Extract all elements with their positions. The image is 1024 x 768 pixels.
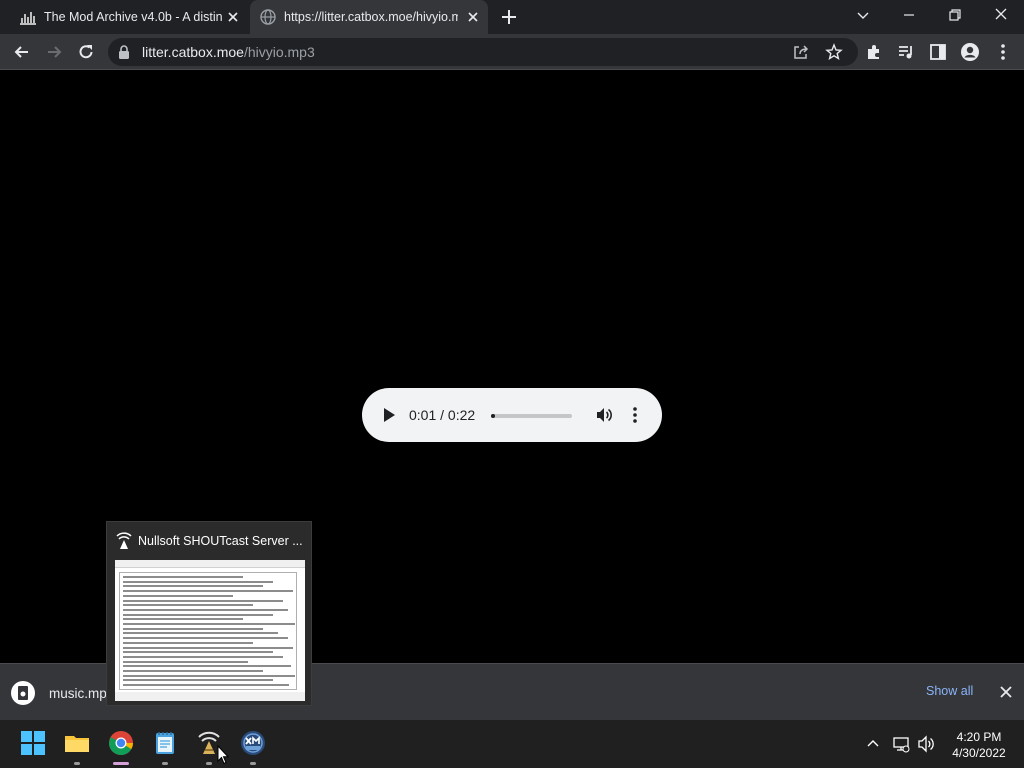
snapshot-log-line [123, 599, 283, 602]
network-icon[interactable] [892, 735, 910, 753]
preview-window-snapshot [115, 560, 305, 701]
side-panel-icon[interactable] [928, 42, 948, 62]
tab-catbox[interactable]: https://litter.catbox.moe/hivyio.m [250, 0, 488, 34]
audio-player[interactable]: 0:01 / 0:22 [362, 388, 662, 442]
snapshot-log-line [123, 651, 273, 654]
snapshot-status-bar [115, 692, 305, 701]
close-tab-icon[interactable] [226, 10, 240, 24]
screen: The Mod Archive v4.0b - A distin https:/… [0, 0, 1024, 768]
snapshot-log-line [123, 637, 288, 640]
snapshot-log-line [123, 576, 243, 578]
download-file-name: music.mp3 [49, 685, 115, 701]
mouse-pointer-icon [217, 745, 229, 765]
snapshot-log-area [119, 572, 297, 690]
close-window-icon[interactable] [990, 6, 1012, 24]
tab-title: https://litter.catbox.moe/hivyio.m [284, 10, 458, 24]
shoutcast-running-indicator [206, 762, 212, 765]
url-path: /hivyio.mp3 [243, 44, 315, 60]
minimize-icon[interactable] [898, 6, 920, 24]
lock-icon[interactable] [118, 45, 130, 59]
chrome-active-indicator [113, 762, 129, 765]
chrome-icon[interactable] [108, 730, 134, 756]
taskbar-thumbnail-preview[interactable]: Nullsoft SHOUTcast Server ... [106, 521, 312, 706]
snapshot-log-line [123, 632, 278, 635]
snapshot-log-line [123, 679, 273, 682]
address-bar[interactable]: litter.catbox.moe/hivyio.mp3 [108, 38, 858, 66]
snapshot-log-line [123, 627, 263, 630]
snapshot-log-line [123, 618, 243, 621]
download-item[interactable]: music.mp3 [10, 678, 114, 708]
snapshot-log-line [123, 585, 263, 588]
bookmark-star-icon[interactable] [825, 43, 843, 61]
snapshot-log-line [123, 594, 233, 597]
volume-icon[interactable] [595, 406, 613, 424]
reload-icon[interactable] [76, 42, 96, 62]
profile-avatar-icon[interactable] [960, 42, 980, 62]
new-tab-plus-icon[interactable] [500, 8, 518, 26]
tab-title: The Mod Archive v4.0b - A distin [44, 10, 223, 24]
snapshot-log-line [123, 660, 248, 663]
snapshot-log-line [123, 665, 291, 668]
snapshot-log-line [123, 613, 273, 616]
play-icon[interactable] [382, 407, 396, 423]
taskbar: 4:20 PM 4/30/2022 [0, 720, 1024, 768]
snapshot-log-line [123, 623, 295, 625]
snapshot-log-line [123, 590, 293, 593]
more-options-icon[interactable] [632, 406, 638, 424]
clock-date: 4/30/2022 [952, 746, 1006, 760]
tab-search-chevron-icon[interactable] [852, 6, 874, 24]
back-arrow-icon[interactable] [12, 42, 32, 62]
menu-kebab-icon[interactable] [993, 42, 1013, 62]
share-icon[interactable] [792, 43, 810, 61]
url-text: litter.catbox.moe/hivyio.mp3 [142, 44, 315, 60]
forward-arrow-icon[interactable] [44, 42, 64, 62]
playback-time: 0:01 / 0:22 [409, 407, 476, 423]
url-host: litter.catbox.moe [142, 44, 244, 60]
seek-progress [491, 414, 496, 418]
notepad-running-indicator [162, 762, 168, 765]
snapshot-log-line [123, 604, 253, 607]
media-control-icon[interactable] [896, 42, 916, 62]
snapshot-log-line [123, 646, 293, 649]
snapshot-log-line [123, 684, 289, 687]
snapshot-log-line [123, 641, 253, 644]
system-clock[interactable]: 4:20 PM 4/30/2022 [944, 729, 1014, 761]
close-tab-icon[interactable] [466, 10, 480, 24]
xmplay-running-indicator [250, 762, 256, 765]
globe-icon [260, 9, 276, 25]
restore-icon[interactable] [944, 6, 966, 24]
close-downloads-icon[interactable] [998, 684, 1014, 700]
explorer-running-indicator [74, 762, 80, 765]
notepad-icon[interactable] [152, 730, 178, 756]
windows-start-icon[interactable] [20, 730, 46, 756]
show-all-downloads-link[interactable]: Show all [926, 684, 973, 698]
audio-file-icon [11, 681, 35, 705]
xmplay-icon[interactable] [240, 730, 266, 756]
chevron-up-icon[interactable] [864, 735, 882, 753]
extensions-puzzle-icon[interactable] [864, 42, 884, 62]
tab-mod-archive[interactable]: The Mod Archive v4.0b - A distin [8, 0, 248, 34]
snapshot-log-line [123, 674, 295, 677]
snapshot-menu-bar [115, 560, 305, 568]
speaker-icon[interactable] [917, 735, 935, 753]
seek-slider[interactable] [491, 414, 572, 418]
preview-window-title: Nullsoft SHOUTcast Server ... [138, 534, 303, 548]
file-explorer-icon[interactable] [64, 730, 90, 756]
tab-strip: The Mod Archive v4.0b - A distin https:/… [0, 0, 1024, 34]
mod-archive-favicon-icon [20, 12, 36, 25]
snapshot-log-line [123, 580, 273, 583]
clock-time: 4:20 PM [956, 730, 1002, 744]
snapshot-log-line [123, 608, 288, 611]
browser-toolbar: litter.catbox.moe/hivyio.mp3 [0, 34, 1024, 70]
shoutcast-icon [116, 532, 132, 549]
snapshot-log-line [123, 670, 263, 672]
snapshot-log-line [123, 655, 283, 658]
